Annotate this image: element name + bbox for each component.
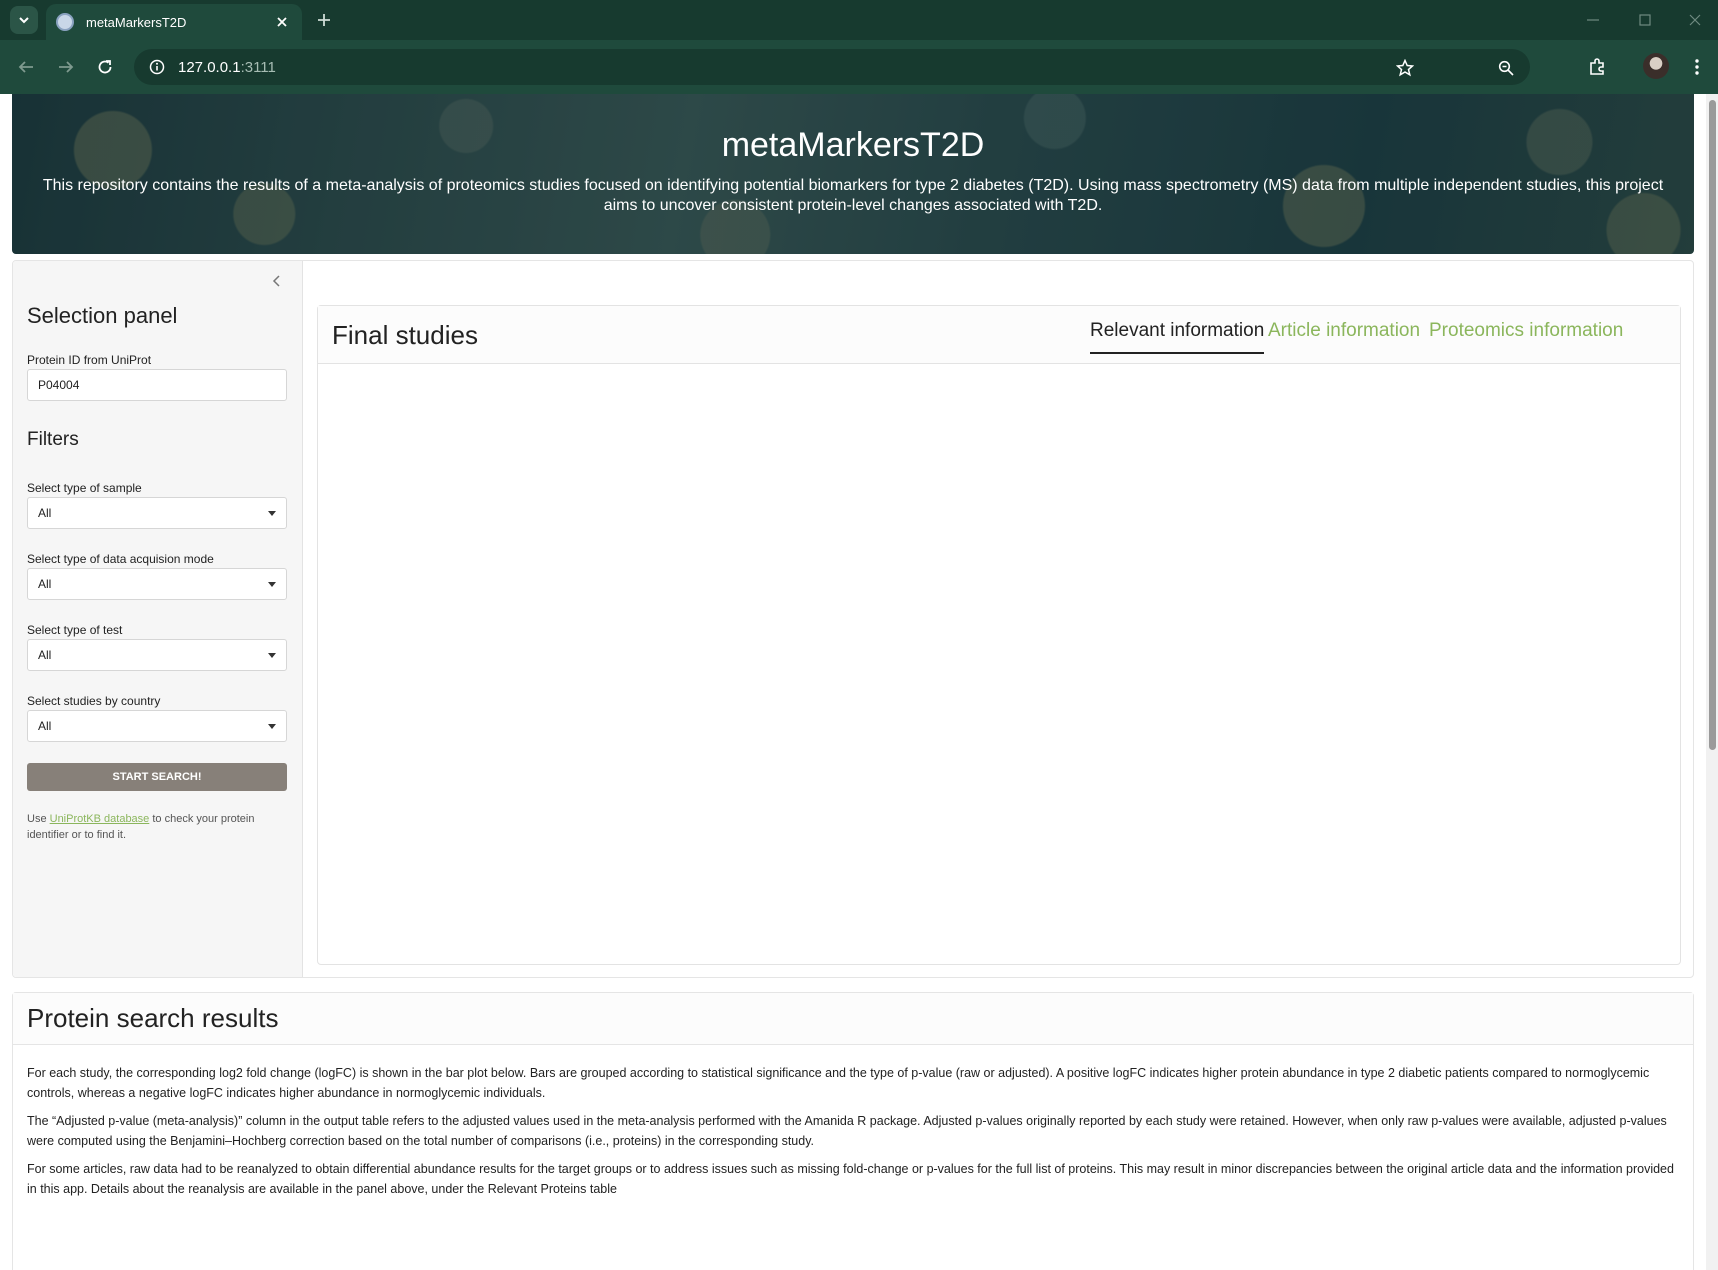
minimize-button[interactable] — [1578, 8, 1608, 32]
results-paragraph: For each study, the corresponding log2 f… — [27, 1066, 1650, 1100]
star-icon[interactable] — [1394, 57, 1416, 79]
sample-type-value: All — [38, 506, 52, 520]
country-label: Select studies by country — [27, 694, 161, 708]
country-value: All — [38, 719, 52, 733]
selection-panel-title: Selection panel — [27, 303, 178, 328]
browser-tab[interactable]: metaMarkersT2D — [46, 4, 302, 40]
chevron-down-icon — [268, 723, 276, 729]
chevron-down-icon — [268, 510, 276, 516]
acquisition-mode-label: Select type of data acquision mode — [27, 552, 214, 566]
header-banner: metaMarkersT2D This repository contains … — [12, 94, 1694, 254]
page-title: metaMarkersT2D — [721, 126, 985, 164]
protein-search-results: Protein search results For each study, t… — [12, 992, 1694, 1270]
zoom-icon[interactable] — [1495, 57, 1517, 79]
reload-button[interactable] — [92, 54, 118, 80]
banner-shade — [12, 94, 1694, 254]
chevron-down-icon — [268, 652, 276, 658]
acquisition-mode-value: All — [38, 577, 52, 591]
page-description: This repository contains the results of … — [42, 177, 1664, 214]
favicon-icon — [56, 13, 74, 31]
sample-type-label: Select type of sample — [27, 481, 142, 495]
results-title: Protein search results — [27, 1003, 279, 1033]
final-studies-header: Final studies Relevant information Artic… — [318, 306, 1680, 364]
protein-id-label: Protein ID from UniProt — [27, 353, 152, 367]
page-scrollbar[interactable] — [1706, 94, 1718, 1270]
tab-article-information[interactable]: Article information — [1268, 320, 1420, 352]
final-studies-card: Final studies Relevant information Artic… — [317, 305, 1681, 965]
page-viewport: metaMarkersT2D This repository contains … — [0, 94, 1718, 1270]
avatar[interactable] — [1643, 53, 1669, 79]
site-info-icon[interactable] — [146, 56, 168, 78]
tab-relevant-information[interactable]: Relevant information — [1090, 320, 1265, 354]
forward-button[interactable] — [53, 54, 79, 80]
filters-title: Filters — [27, 429, 79, 450]
results-paragraph: The “Adjusted p-value (meta-analysis)” c… — [27, 1114, 1667, 1148]
back-button[interactable] — [13, 54, 39, 80]
window-close-icon — [1689, 14, 1701, 26]
address-bar[interactable]: 127.0.0.1:3111 — [134, 49, 1530, 85]
plus-icon — [318, 14, 330, 26]
tab-proteomics-information[interactable]: Proteomics information — [1429, 320, 1623, 352]
sample-type-select[interactable]: All — [27, 497, 287, 529]
selection-sidebar: Selection panel Protein ID from UniProt … — [13, 261, 303, 977]
acquisition-mode-select[interactable]: All — [27, 568, 287, 600]
test-type-value: All — [38, 648, 52, 662]
kebab-menu-icon[interactable] — [1684, 54, 1710, 80]
chevron-down-icon — [19, 17, 29, 24]
browser-tab-bar: metaMarkersT2D — [0, 0, 1718, 40]
results-header: Protein search results — [13, 993, 1693, 1045]
protein-id-input[interactable] — [27, 369, 287, 401]
url-host: 127.0.0.1 — [178, 58, 241, 76]
close-icon[interactable] — [272, 12, 292, 32]
forward-icon — [59, 61, 74, 73]
chevron-down-icon — [268, 581, 276, 587]
final-studies-title: Final studies — [332, 320, 478, 350]
window-close-button[interactable] — [1680, 8, 1710, 32]
test-type-label: Select type of test — [27, 623, 123, 637]
chevron-left-icon — [272, 275, 280, 287]
extensions-icon[interactable] — [1584, 54, 1610, 80]
start-search-button[interactable]: START SEARCH! — [27, 763, 287, 791]
uniprot-note: Use UniProtKB database to check your pro… — [27, 811, 277, 843]
tab-title: metaMarkersT2D — [86, 14, 187, 30]
maximize-button[interactable] — [1630, 8, 1660, 32]
main-content: Final studies Relevant information Artic… — [303, 261, 1693, 977]
test-type-select[interactable]: All — [27, 639, 287, 671]
minimize-icon — [1587, 19, 1599, 21]
uniprot-link[interactable]: UniProtKB database — [50, 813, 150, 825]
browser-toolbar: 127.0.0.1:3111 — [0, 40, 1718, 94]
maximize-icon — [1639, 14, 1651, 26]
back-icon — [18, 61, 33, 73]
url-port: :3111 — [240, 58, 276, 76]
note-prefix: Use — [27, 813, 50, 825]
tab-search-button[interactable] — [10, 6, 38, 34]
main-layout: Selection panel Protein ID from UniProt … — [12, 260, 1694, 978]
reload-icon — [98, 60, 112, 74]
collapse-sidebar-button[interactable] — [267, 271, 287, 291]
country-select[interactable]: All — [27, 710, 287, 742]
scrollbar-thumb[interactable] — [1709, 100, 1716, 750]
results-paragraph: For some articles, raw data had to be re… — [27, 1162, 1674, 1196]
new-tab-button[interactable] — [312, 8, 336, 32]
